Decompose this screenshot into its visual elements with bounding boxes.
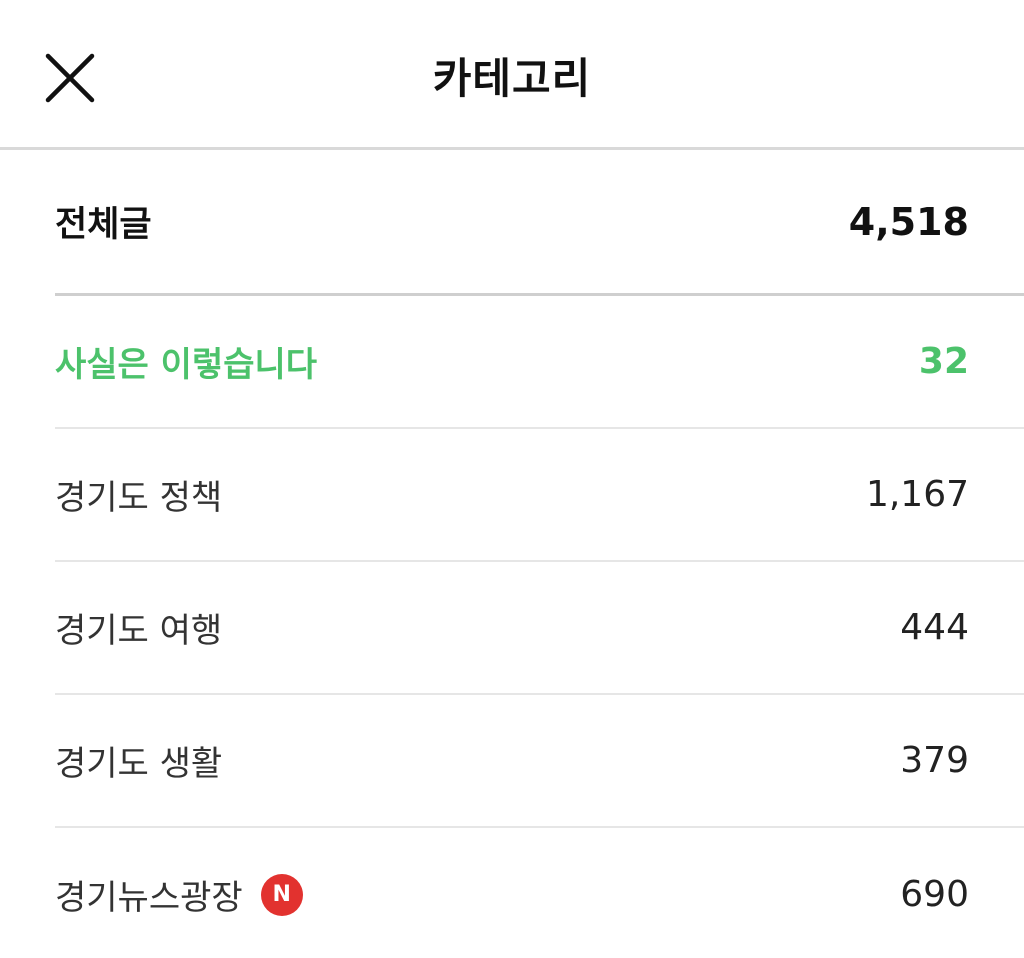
category-item-life[interactable]: 경기도 생활 379 xyxy=(55,695,1024,828)
category-item-policy[interactable]: 경기도 정책 1,167 xyxy=(55,429,1024,562)
new-badge: N xyxy=(260,873,303,916)
category-label-wrap: 경기도 생활 xyxy=(55,736,222,785)
category-count: 690 xyxy=(900,874,969,915)
page-title: 카테고리 xyxy=(432,53,592,103)
category-label-wrap: 전체글 xyxy=(55,196,152,247)
category-label: 경기도 여행 xyxy=(55,611,223,651)
category-label-wrap: 경기뉴스광장 N xyxy=(55,870,303,919)
category-item-news-plaza[interactable]: 경기뉴스광장 N 690 xyxy=(55,828,1024,958)
category-count: 32 xyxy=(918,341,969,382)
category-label: 경기도 정책 xyxy=(55,478,223,518)
category-count: 379 xyxy=(900,740,969,781)
category-label: 전체글 xyxy=(55,205,152,245)
category-item-fact-check[interactable]: 사실은 이렇습니다 32 xyxy=(55,296,1024,429)
category-label: 사실은 이렇습니다 xyxy=(55,345,318,385)
category-count: 444 xyxy=(900,607,969,648)
category-list: 전체글 4,518 사실은 이렇습니다 32 경기도 정책 1,167 경기도 … xyxy=(55,150,1024,958)
header: 카테고리 xyxy=(0,0,1024,150)
category-label: 경기도 생활 xyxy=(55,744,223,784)
category-label-wrap: 경기도 여행 xyxy=(55,603,222,652)
category-label-wrap: 경기도 정책 xyxy=(55,470,222,519)
category-label: 경기뉴스광장 xyxy=(55,878,243,918)
category-item-travel[interactable]: 경기도 여행 444 xyxy=(55,562,1024,695)
category-label-wrap: 사실은 이렇습니다 xyxy=(55,337,317,386)
category-item-all[interactable]: 전체글 4,518 xyxy=(55,150,1024,296)
category-count: 1,167 xyxy=(865,474,969,515)
category-count: 4,518 xyxy=(848,199,969,244)
